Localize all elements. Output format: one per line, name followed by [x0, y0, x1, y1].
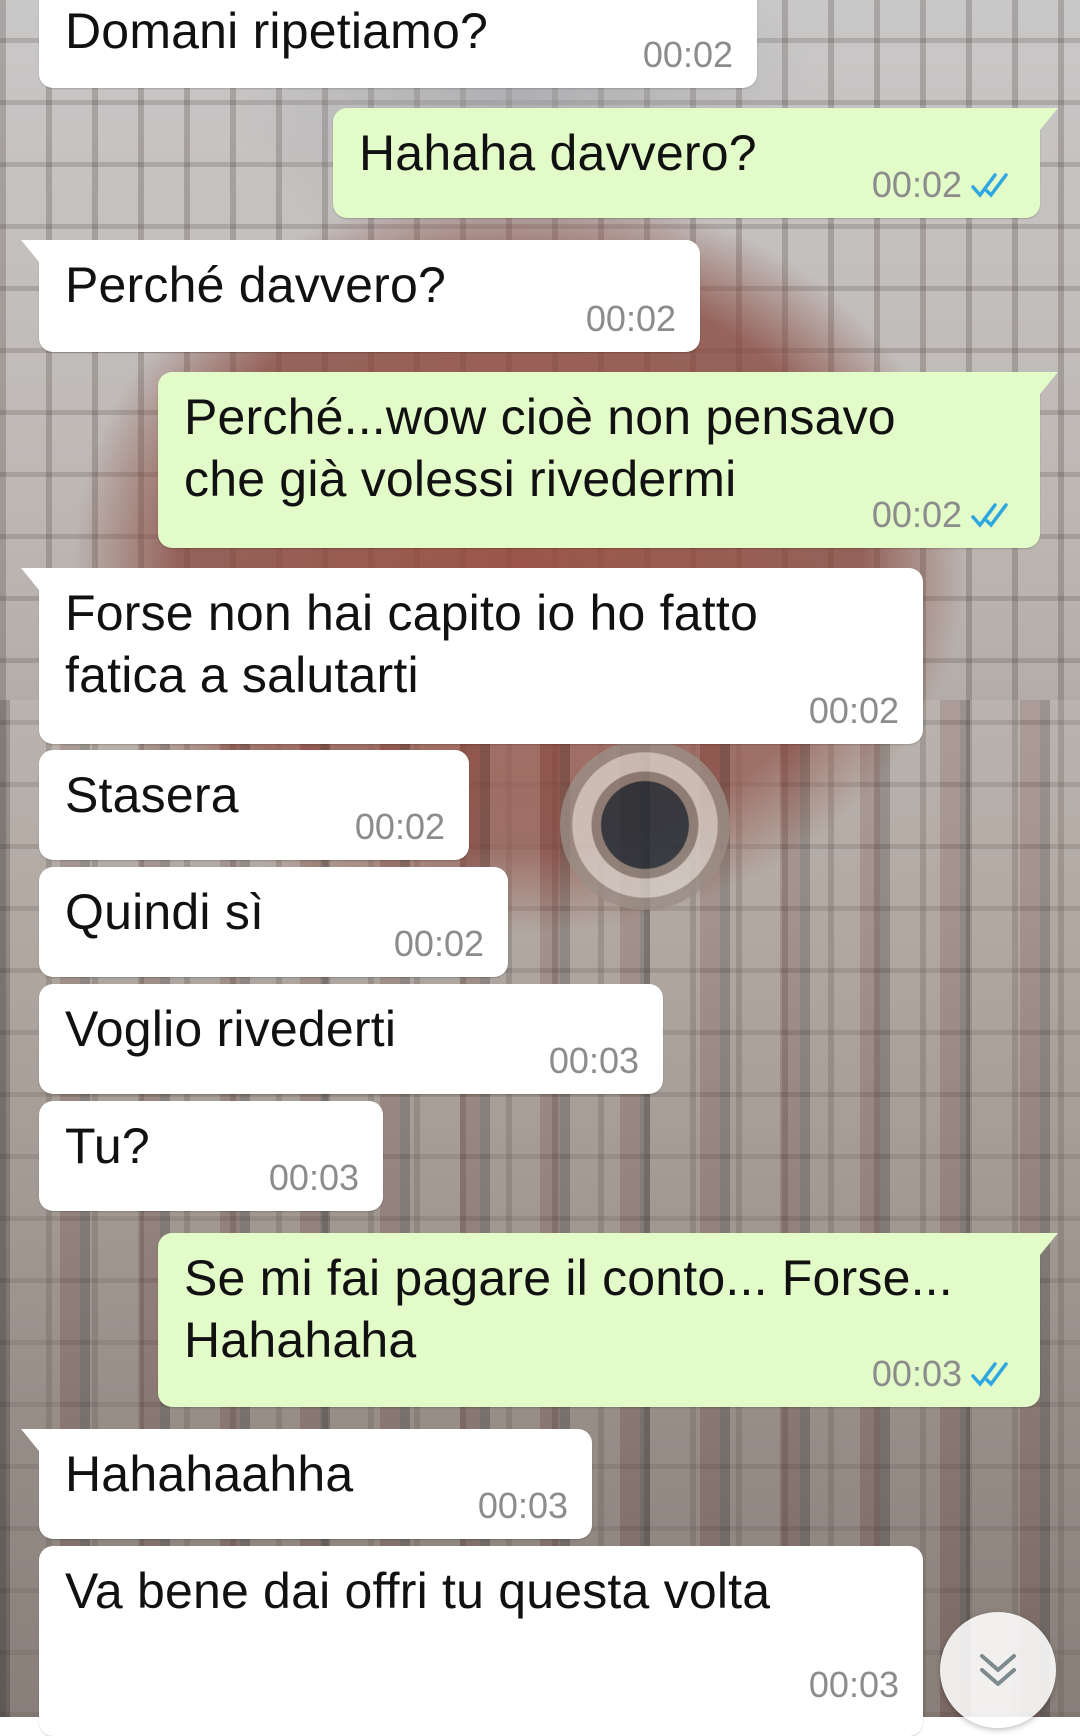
message-time: 00:03 — [477, 1485, 568, 1526]
message-text: Perché davvero? — [65, 257, 447, 313]
message-incoming[interactable]: Forse non hai capito io ho fatto fatica … — [21, 568, 923, 744]
message-incoming[interactable]: Voglio rivederti 00:03 — [39, 984, 663, 1094]
message-meta: 00:02 — [872, 164, 1016, 206]
read-receipt-icon — [971, 1362, 1008, 1387]
message-meta: 00:03 — [872, 1353, 1016, 1395]
message-meta: 00:02 — [809, 690, 899, 732]
message-time: 00:02 — [393, 923, 484, 964]
read-receipt-icon — [971, 173, 1008, 198]
message-time: 00:03 — [808, 1664, 899, 1705]
message-incoming[interactable]: Stasera 00:02 — [39, 750, 469, 860]
message-outgoing[interactable]: Perché...wow cioè non pensavo che già vo… — [158, 372, 1058, 548]
message-meta: 00:02 — [586, 298, 676, 340]
message-time: 00:03 — [268, 1157, 359, 1198]
message-meta: 00:02 — [872, 494, 1016, 536]
message-text: Perché...wow cioè non pensavo che già vo… — [184, 389, 896, 507]
message-incoming[interactable]: Hahahaahha 00:03 — [21, 1429, 592, 1539]
message-meta: 00:03 — [549, 1040, 639, 1082]
message-list[interactable]: Domani ripetiamo? 00:02 Hahaha davvero? … — [0, 0, 1080, 1736]
read-receipt-icon — [971, 503, 1008, 528]
message-incoming[interactable]: Quindi sì 00:02 — [39, 867, 508, 977]
message-incoming[interactable]: Va bene dai offri tu questa volta 00:03 — [39, 1546, 923, 1736]
message-meta: 00:02 — [394, 923, 484, 965]
message-meta: 00:02 — [355, 806, 445, 848]
message-outgoing[interactable]: Hahaha davvero? 00:02 — [333, 108, 1058, 218]
message-time: 00:02 — [871, 494, 962, 535]
message-meta: 00:03 — [269, 1157, 359, 1199]
message-meta: 00:03 — [809, 1664, 899, 1706]
message-time: 00:02 — [585, 298, 676, 339]
message-time: 00:03 — [548, 1040, 639, 1081]
message-time: 00:02 — [871, 164, 962, 205]
message-text: Va bene dai offri tu questa volta — [65, 1563, 771, 1619]
message-time: 00:02 — [808, 690, 899, 731]
double-chevron-down-icon — [980, 1654, 1016, 1686]
message-text: Forse non hai capito io ho fatto fatica … — [65, 585, 758, 703]
message-time: 00:03 — [871, 1353, 962, 1394]
scroll-to-bottom-button[interactable] — [940, 1612, 1056, 1728]
message-meta: 00:03 — [478, 1485, 568, 1527]
message-meta: 00:02 — [643, 34, 733, 76]
message-time: 00:02 — [642, 34, 733, 75]
message-incoming[interactable]: Tu? 00:03 — [39, 1101, 383, 1211]
message-incoming[interactable]: Perché davvero? 00:02 — [21, 240, 700, 352]
message-time: 00:02 — [354, 806, 445, 847]
message-incoming[interactable]: Domani ripetiamo? 00:02 — [39, 0, 757, 88]
message-outgoing[interactable]: Se mi fai pagare il conto... Forse... Ha… — [158, 1233, 1058, 1407]
message-text: Domani ripetiamo? — [65, 3, 489, 59]
